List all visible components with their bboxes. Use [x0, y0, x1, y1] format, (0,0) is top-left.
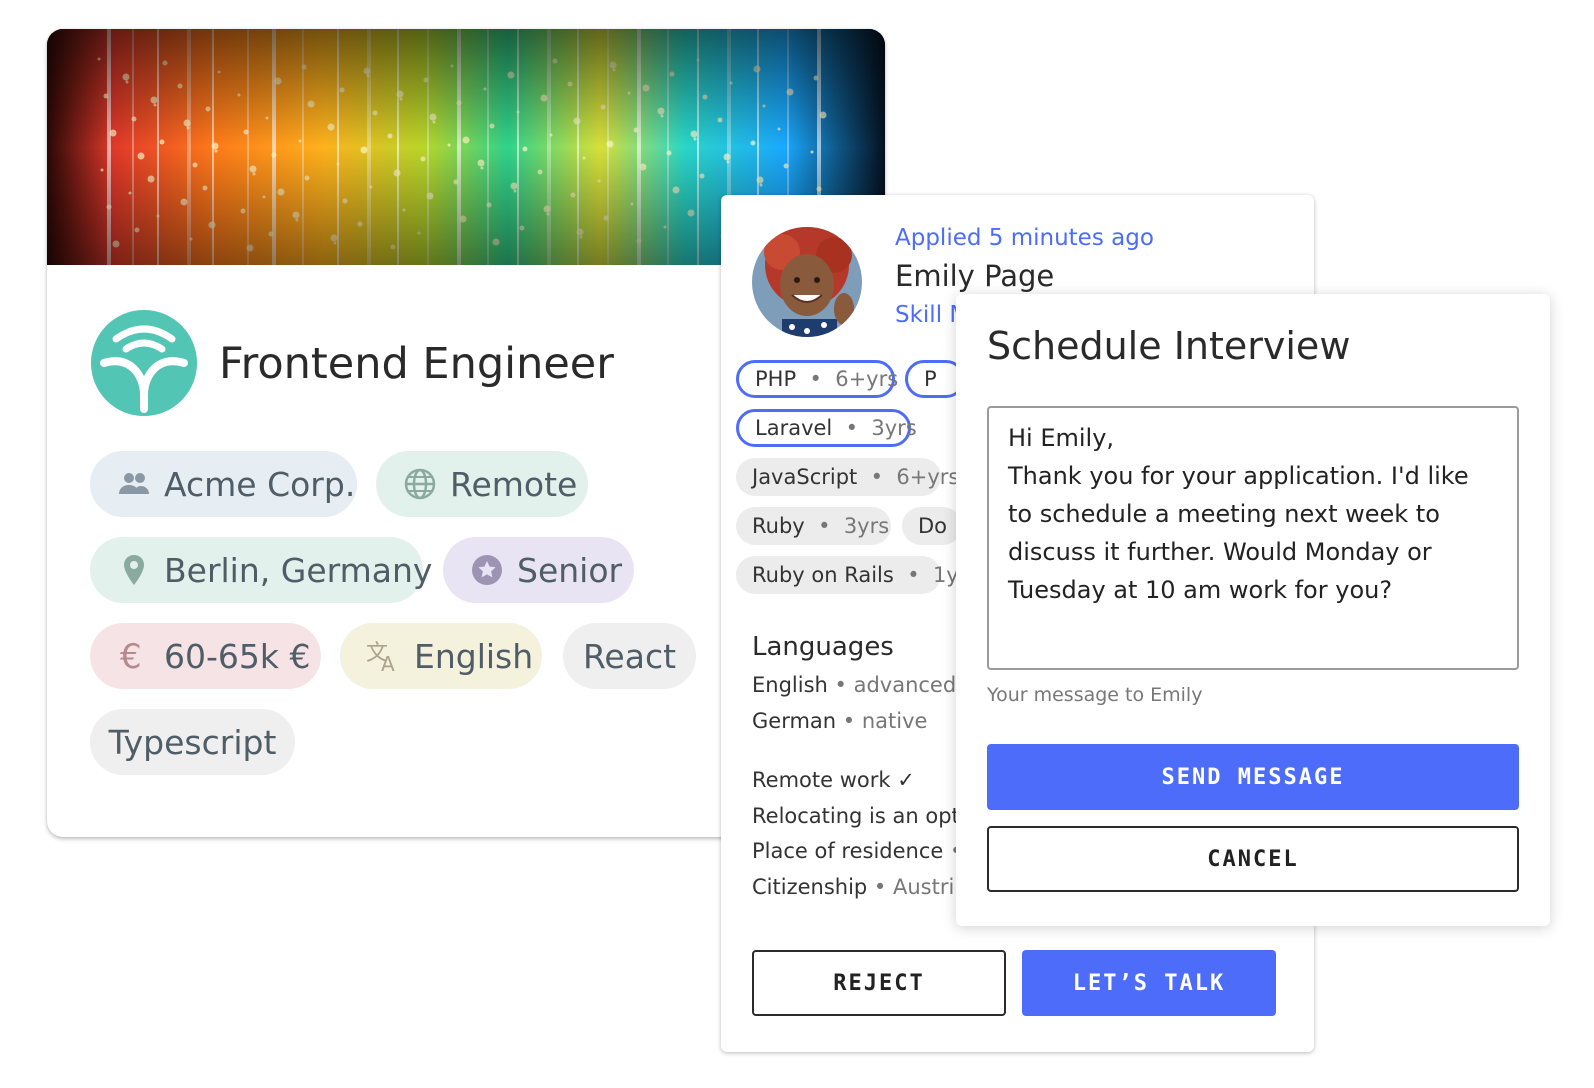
- company-logo-icon: [90, 309, 198, 417]
- modal-title: Schedule Interview: [987, 324, 1351, 368]
- people-icon: [116, 466, 152, 502]
- residence-detail: Place of residence •: [752, 839, 963, 863]
- lets-talk-button[interactable]: LET’S TALK: [1022, 950, 1276, 1016]
- job-tag-chip: Remote: [376, 451, 588, 517]
- cancel-button[interactable]: CANCEL: [987, 826, 1519, 892]
- skill-years: 6+yrs: [835, 367, 899, 391]
- location-pin-icon: [116, 552, 152, 588]
- separator-dot: •: [796, 367, 836, 391]
- skill-name: PHP: [755, 367, 797, 391]
- skill-years: 6+yrs: [896, 465, 960, 489]
- skill-tag[interactable]: Ruby on Rails • 1y: [736, 556, 959, 594]
- skill-years: 3yrs: [843, 514, 890, 538]
- skill-tag[interactable]: Do: [902, 507, 962, 545]
- relocation-detail: Relocating is an opti: [752, 804, 966, 828]
- reject-button[interactable]: REJECT: [752, 950, 1006, 1016]
- job-tag-label: React: [582, 636, 677, 676]
- job-tag-label: English: [414, 636, 534, 676]
- job-tag-label: 60-65k €: [164, 636, 311, 676]
- skill-name: Do: [918, 514, 948, 538]
- job-tag-chip: 文 A English: [340, 623, 542, 689]
- send-message-button[interactable]: SEND MESSAGE: [987, 744, 1519, 810]
- skill-tag[interactable]: PHP • 6+yrs: [736, 360, 899, 398]
- skill-years: 3yrs: [871, 416, 917, 440]
- citizenship-detail: Citizenship • Austri: [752, 875, 955, 899]
- language-item: English • advanced: [752, 673, 957, 697]
- translate-icon: 文A: [366, 638, 402, 674]
- globe-icon: [402, 466, 438, 502]
- skill-years: 1y: [932, 563, 959, 587]
- message-textarea[interactable]: Hi Emily, Thank you for your application…: [987, 406, 1519, 670]
- skill-name: Ruby on Rails: [752, 563, 894, 587]
- language-item: German • native: [752, 709, 928, 733]
- applied-time: Applied 5 minutes ago: [895, 225, 1154, 251]
- job-tag-chip: €60-65k €: [90, 623, 321, 689]
- job-tag-label: Senior: [517, 550, 623, 590]
- job-tag-chip: Typescript: [90, 709, 295, 775]
- job-tag-chip: Acme Corp.: [90, 451, 357, 517]
- skill-name: P: [924, 367, 937, 391]
- message-helper-text: Your message to Emily: [987, 684, 1203, 706]
- svg-text:A: A: [381, 652, 395, 674]
- svg-text:€: €: [120, 638, 142, 674]
- skill-tag[interactable]: Ruby • 3yrs: [736, 507, 891, 545]
- job-title: Frontend Engineer: [219, 339, 614, 389]
- separator-dot: •: [832, 416, 872, 440]
- star-badge-icon: [469, 552, 505, 588]
- job-tag-label: Acme Corp.: [164, 464, 356, 504]
- job-tag-chip: Senior: [443, 537, 634, 603]
- applicant-name: Emily Page: [895, 259, 1055, 293]
- separator-dot: •: [857, 465, 897, 489]
- skill-name: Ruby: [752, 514, 805, 538]
- skill-tag[interactable]: Laravel • 3yrs: [736, 409, 917, 447]
- remote-work-detail: Remote work ✓: [752, 768, 915, 792]
- job-tag-chip: Berlin, Germany: [90, 537, 432, 603]
- job-tag-label: Typescript: [108, 722, 277, 762]
- skill-name: Laravel: [755, 416, 833, 440]
- separator-dot: •: [804, 514, 844, 538]
- separator-dot: •: [893, 563, 933, 587]
- languages-title: Languages: [752, 632, 894, 662]
- skill-tag[interactable]: JavaScript • 6+yrs: [736, 458, 959, 496]
- euro-icon: €: [116, 638, 152, 674]
- job-tag-label: Remote: [450, 464, 578, 504]
- skill-name: JavaScript: [752, 465, 858, 489]
- job-tag-label: Berlin, Germany: [164, 550, 433, 590]
- job-tag-chip: React: [563, 623, 696, 689]
- schedule-interview-modal: Schedule Interview Hi Emily, Thank you f…: [956, 294, 1550, 926]
- applicant-avatar: [752, 227, 862, 337]
